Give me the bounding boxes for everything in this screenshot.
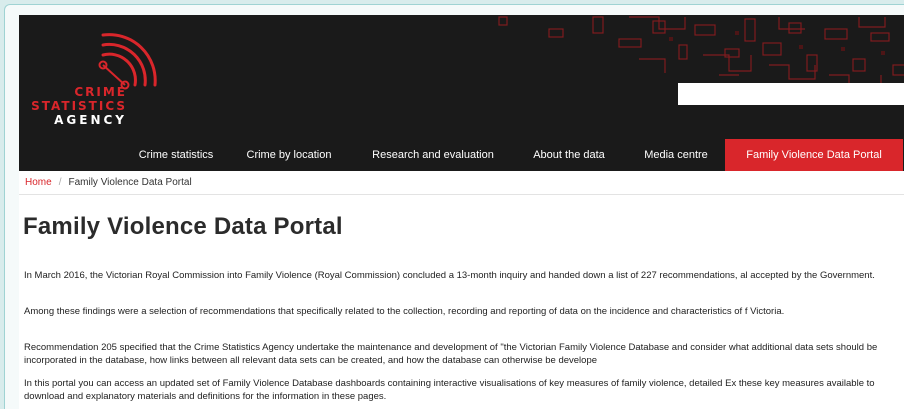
nav-crime-by-location[interactable]: Crime by location	[233, 139, 345, 171]
page-title: Family Violence Data Portal	[23, 213, 343, 240]
paragraph-findings: Among these findings were a selection of…	[24, 306, 785, 317]
breadcrumb-home-link[interactable]: Home	[25, 177, 52, 188]
site-header: CRIME STATISTICS AGENCY Crime statistics…	[19, 15, 904, 171]
nav-family-violence-data-portal[interactable]: Family Violence Data Portal	[725, 139, 903, 171]
main-nav: Crime statistics Crime by location Resea…	[19, 139, 904, 171]
breadcrumb-current: Family Violence Data Portal	[68, 177, 192, 188]
logo-text-statistics: STATISTICS	[31, 99, 127, 113]
nav-about-the-data[interactable]: About the data	[517, 139, 621, 171]
paragraph-intro: In March 2016, the Victorian Royal Commi…	[24, 270, 875, 281]
paragraph-recommendation: Recommendation 205 specified that the Cr…	[24, 342, 878, 366]
nav-media-centre[interactable]: Media centre	[627, 139, 725, 171]
search-input[interactable]	[678, 83, 904, 105]
paragraph-portal: In this portal you can access an updated…	[24, 378, 875, 402]
web-page: CRIME STATISTICS AGENCY Crime statistics…	[19, 15, 904, 409]
nav-research-and-evaluation[interactable]: Research and evaluation	[359, 139, 507, 171]
breadcrumb-separator: /	[58, 177, 62, 188]
logo-text-crime: CRIME	[74, 85, 127, 99]
logo-text-agency: AGENCY	[54, 113, 127, 127]
window-frame: CRIME STATISTICS AGENCY Crime statistics…	[4, 4, 904, 409]
nav-crime-statistics[interactable]: Crime statistics	[123, 139, 229, 171]
breadcrumb: Home / Family Violence Data Portal	[19, 171, 904, 195]
